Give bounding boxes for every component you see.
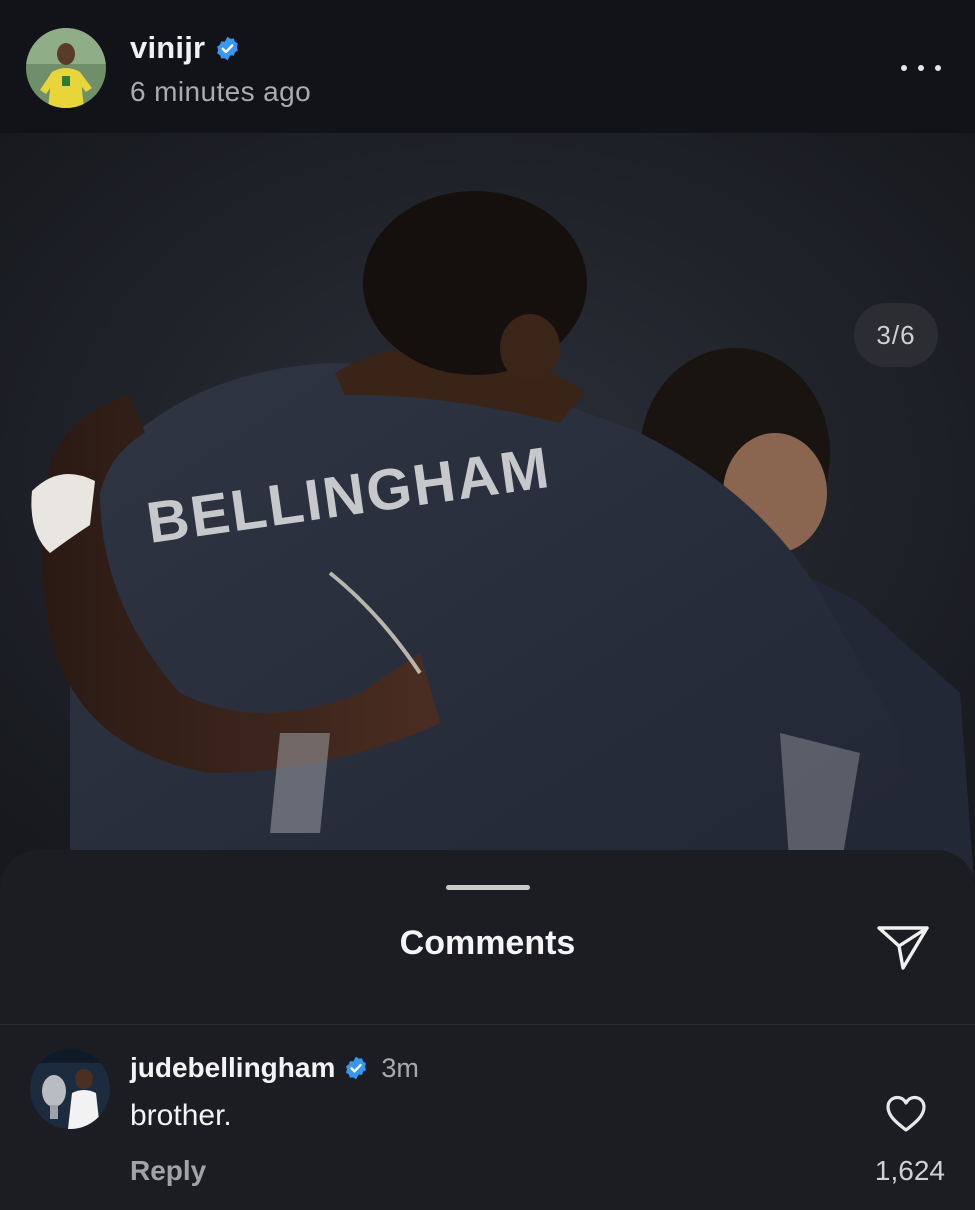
post-username[interactable]: vinijr — [130, 30, 205, 66]
post-header: vinijr 6 minutes ago — [0, 0, 975, 133]
avatar[interactable] — [26, 28, 106, 108]
comment-text: brother. — [130, 1099, 232, 1132]
comment-time: 3m — [381, 1052, 419, 1083]
more-options-icon[interactable] — [901, 56, 941, 80]
page-indicator: 3/6 — [854, 303, 938, 367]
post-photo[interactable]: BELLINGHAM 3/6 — [0, 133, 975, 893]
verified-icon — [343, 1055, 369, 1081]
comments-sheet: Comments judebellingham 3m brother. Repl… — [0, 850, 975, 1210]
share-icon[interactable] — [875, 922, 931, 972]
verified-icon — [214, 35, 241, 62]
reply-button[interactable]: Reply — [130, 1155, 206, 1187]
post-timestamp: 6 minutes ago — [130, 76, 312, 107]
heart-icon[interactable] — [885, 1095, 927, 1133]
drag-handle[interactable] — [446, 885, 530, 890]
comment-header: judebellingham 3m — [130, 1052, 419, 1084]
username-row: vinijr — [130, 30, 241, 66]
comment-item: judebellingham 3m brother. Reply 1,624 — [0, 1025, 975, 1210]
comments-title: Comments — [399, 924, 576, 962]
comment-username[interactable]: judebellingham — [130, 1052, 335, 1084]
comment-avatar[interactable] — [30, 1049, 110, 1129]
like-count: 1,624 — [874, 1155, 945, 1186]
